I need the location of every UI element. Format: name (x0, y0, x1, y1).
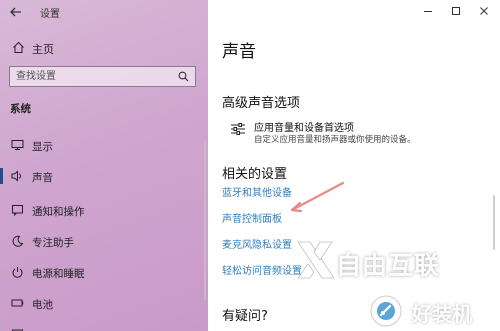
accessibility-audio-link[interactable]: 轻松访问音频设置 (222, 262, 302, 277)
section-title: 系统 (10, 103, 31, 115)
notification-icon (12, 205, 23, 216)
search-input[interactable] (16, 69, 166, 84)
sidebar-item-label: 通知和操作 (32, 206, 85, 218)
sidebar-item-label: 声音 (32, 172, 53, 184)
sidebar-scrollbar[interactable] (204, 140, 206, 300)
home-nav-item[interactable]: 主页 (0, 37, 208, 59)
sidebar-item-label: 电池 (32, 299, 53, 311)
sidebar-item-sound[interactable]: 声音 (0, 165, 208, 187)
battery-icon (11, 299, 24, 307)
monitor-icon (11, 140, 24, 150)
app-volume-link[interactable]: 应用音量和设备首选项 (254, 119, 354, 134)
app-title: 设置 (40, 9, 60, 20)
haozhuangji-watermark: 好装机 (412, 302, 472, 326)
related-settings-heading: 相关的设置 (222, 167, 288, 182)
storage-icon (12, 329, 23, 331)
minimize-icon[interactable] (420, 3, 436, 19)
sidebar-item-notifications[interactable]: 通知和操作 (0, 199, 208, 221)
bluetooth-link[interactable]: 蓝牙和其他设备 (222, 184, 292, 199)
sidebar-item-label: 电源和睡眠 (32, 268, 85, 280)
search-icon[interactable] (178, 71, 189, 82)
page-title: 声音 (222, 42, 256, 62)
sidebar-item-partial[interactable] (0, 322, 208, 331)
ziyou-logo-icon (297, 241, 335, 279)
sidebar-item-label: 显示 (32, 141, 53, 153)
advanced-sound-heading: 高级声音选项 (222, 96, 301, 111)
close-icon[interactable] (476, 3, 492, 19)
sound-control-panel-link[interactable]: 声音控制面板 (222, 210, 282, 225)
sidebar-item-focus-assist[interactable]: 专注助手 (0, 230, 208, 252)
ziyou-watermark: 自由互联 (336, 251, 441, 280)
haozhuangji-logo-icon (370, 295, 402, 327)
sidebar-item-power-sleep[interactable]: 电源和睡眠 (0, 261, 208, 283)
sidebar-item-battery[interactable]: 电池 (0, 292, 208, 314)
back-arrow-icon[interactable] (8, 4, 24, 20)
speaker-icon (11, 170, 21, 182)
app-volume-desc: 自定义应用音量和扬声器或你使用的设备。 (254, 135, 416, 145)
sliders-icon (231, 123, 245, 135)
home-icon (13, 41, 24, 53)
sidebar-item-display[interactable]: 显示 (0, 134, 208, 156)
search-box[interactable] (9, 66, 196, 87)
maximize-icon[interactable] (448, 3, 464, 19)
power-icon (12, 267, 23, 278)
microphone-privacy-link[interactable]: 麦克风隐私设置 (222, 236, 292, 251)
moon-icon (12, 235, 24, 247)
sidebar: 设置 主页 系统 显示 声音 通知和操作 (0, 0, 208, 331)
titlebar-left: 设置 (0, 0, 208, 24)
home-label: 主页 (32, 43, 54, 56)
sidebar-item-label: 专注助手 (32, 237, 74, 249)
question-heading: 有疑问? (222, 309, 268, 324)
content-scrollbar[interactable] (493, 195, 495, 250)
